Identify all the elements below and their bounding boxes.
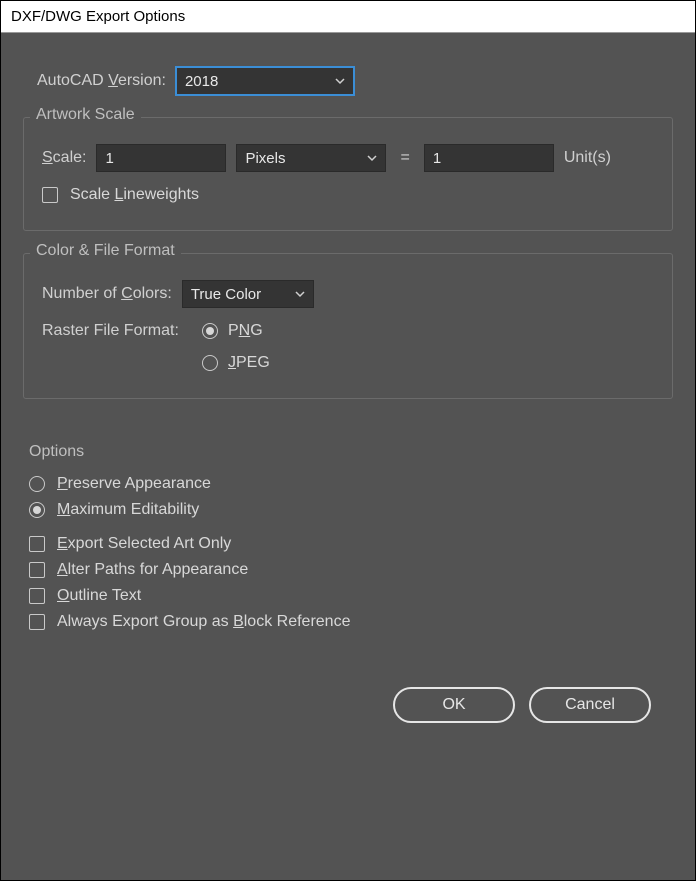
outline-text-label: Outline Text bbox=[57, 587, 141, 605]
options-group: Options Preserve Appearance Maximum Edit… bbox=[23, 425, 673, 657]
block-reference-checkbox[interactable] bbox=[29, 614, 45, 630]
raster-format-label: Raster File Format: bbox=[42, 322, 192, 340]
alter-paths-label: Alter Paths for Appearance bbox=[57, 561, 248, 579]
png-label: PNG bbox=[228, 322, 263, 340]
maximum-editability-radio[interactable] bbox=[29, 502, 45, 518]
dialog-body: AutoCAD Version: 2018 Artwork Scale Scal… bbox=[1, 33, 695, 741]
preserve-appearance-label: Preserve Appearance bbox=[57, 475, 211, 493]
outline-text-checkbox[interactable] bbox=[29, 588, 45, 604]
num-colors-value: True Color bbox=[191, 286, 261, 303]
scale-lineweights-row[interactable]: Scale Lineweights bbox=[42, 186, 654, 204]
autocad-version-row: AutoCAD Version: 2018 bbox=[37, 67, 673, 95]
chevron-down-icon bbox=[293, 287, 307, 301]
cancel-button[interactable]: Cancel bbox=[529, 687, 651, 723]
raster-png-option[interactable]: PNG bbox=[202, 322, 270, 340]
outline-text-option[interactable]: Outline Text bbox=[29, 587, 655, 605]
scale-units-select[interactable]: Pixels bbox=[236, 144, 386, 172]
maximum-editability-option[interactable]: Maximum Editability bbox=[29, 501, 655, 519]
export-selected-option[interactable]: Export Selected Art Only bbox=[29, 535, 655, 553]
num-colors-select[interactable]: True Color bbox=[182, 280, 314, 308]
artwork-scale-legend: Artwork Scale bbox=[30, 106, 141, 124]
scale-row: Scale: Pixels = Unit(s) bbox=[42, 144, 654, 172]
ok-button[interactable]: OK bbox=[393, 687, 515, 723]
scale-input[interactable] bbox=[96, 144, 226, 172]
color-file-group: Color & File Format Number of Colors: Tr… bbox=[23, 253, 673, 399]
export-selected-label: Export Selected Art Only bbox=[57, 535, 231, 553]
preserve-appearance-option[interactable]: Preserve Appearance bbox=[29, 475, 655, 493]
result-input[interactable] bbox=[424, 144, 554, 172]
maximum-editability-label: Maximum Editability bbox=[57, 501, 199, 519]
png-radio[interactable] bbox=[202, 323, 218, 339]
alter-paths-option[interactable]: Alter Paths for Appearance bbox=[29, 561, 655, 579]
options-legend: Options bbox=[29, 443, 655, 461]
cancel-button-label: Cancel bbox=[565, 696, 615, 714]
scale-lineweights-label: Scale Lineweights bbox=[70, 186, 199, 204]
artwork-scale-group: Artwork Scale Scale: Pixels = Unit(s) Sc… bbox=[23, 117, 673, 231]
raster-format-row: Raster File Format: PNG JPEG bbox=[42, 322, 654, 372]
ok-button-label: OK bbox=[442, 696, 465, 714]
alter-paths-checkbox[interactable] bbox=[29, 562, 45, 578]
scale-lineweights-checkbox[interactable] bbox=[42, 187, 58, 203]
units-label: Unit(s) bbox=[564, 149, 611, 167]
chevron-down-icon bbox=[333, 74, 347, 88]
chevron-down-icon bbox=[365, 151, 379, 165]
num-colors-label: Number of Colors: bbox=[42, 285, 172, 303]
autocad-version-value: 2018 bbox=[185, 73, 218, 90]
jpeg-label: JPEG bbox=[228, 354, 270, 372]
window-title: DXF/DWG Export Options bbox=[11, 8, 185, 25]
block-reference-option[interactable]: Always Export Group as Block Reference bbox=[29, 613, 655, 631]
jpeg-radio[interactable] bbox=[202, 355, 218, 371]
equals-label: = bbox=[396, 149, 413, 167]
window-titlebar: DXF/DWG Export Options bbox=[1, 1, 695, 33]
export-selected-checkbox[interactable] bbox=[29, 536, 45, 552]
raster-jpeg-option[interactable]: JPEG bbox=[202, 354, 270, 372]
autocad-version-label: AutoCAD Version: bbox=[37, 72, 166, 90]
dialog-footer: OK Cancel bbox=[23, 663, 673, 723]
autocad-version-select[interactable]: 2018 bbox=[176, 67, 354, 95]
num-colors-row: Number of Colors: True Color bbox=[42, 280, 654, 308]
preserve-appearance-radio[interactable] bbox=[29, 476, 45, 492]
color-file-legend: Color & File Format bbox=[30, 242, 181, 260]
scale-label: Scale: bbox=[42, 149, 86, 167]
block-reference-label: Always Export Group as Block Reference bbox=[57, 613, 350, 631]
scale-units-value: Pixels bbox=[245, 150, 285, 167]
